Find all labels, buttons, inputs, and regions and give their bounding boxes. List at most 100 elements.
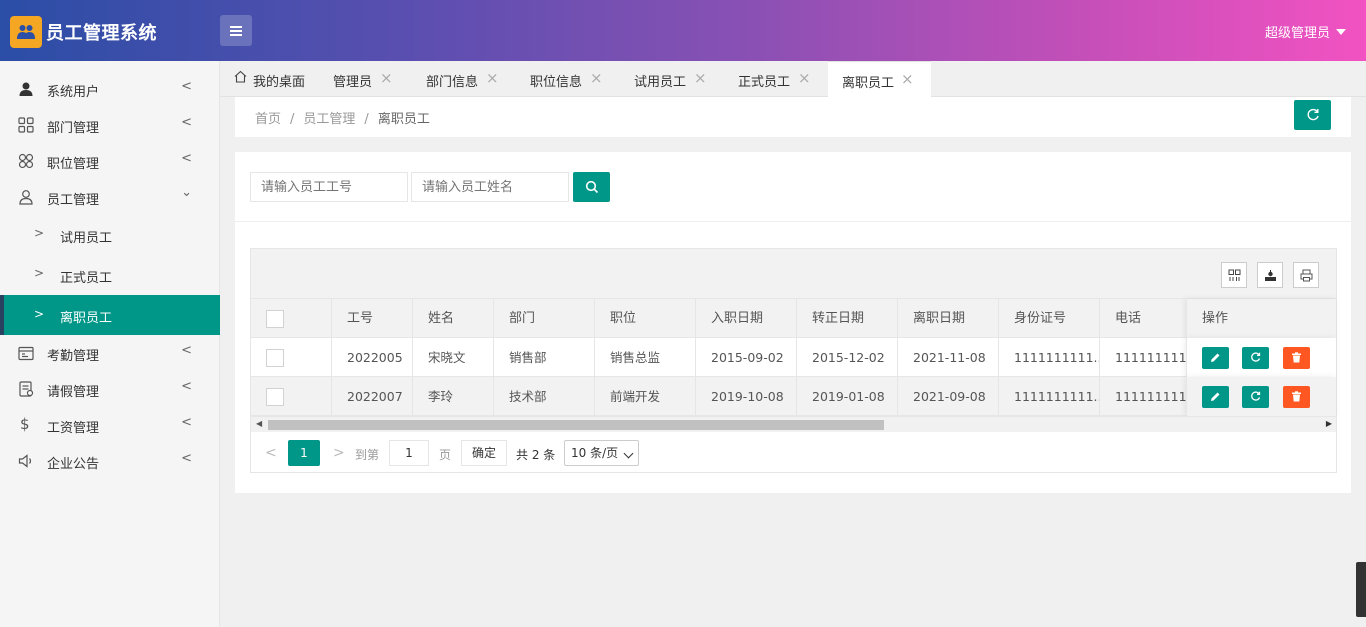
search-button[interactable]	[573, 172, 610, 202]
sidebar-subitem-probation[interactable]: > 试用员工	[0, 216, 220, 254]
side-widget[interactable]	[1356, 562, 1366, 617]
tab-label: 职位信息	[530, 75, 583, 90]
goto-page-input[interactable]: 1	[389, 440, 429, 466]
menu-toggle-button[interactable]	[220, 15, 252, 46]
scroll-left-arrow-icon[interactable]: ◀	[256, 419, 262, 428]
sidebar-subitem-label: 离职员工	[60, 311, 113, 326]
chevron-left-icon: <	[181, 343, 192, 358]
page-size-select[interactable]: 10 条/页	[564, 440, 639, 466]
delete-button[interactable]	[1283, 347, 1310, 369]
export-button[interactable]	[1257, 262, 1283, 288]
close-icon[interactable]: ×	[694, 69, 707, 87]
sidebar-item-system-users[interactable]: 系统用户 <	[0, 71, 220, 107]
sidebar-item-attendance[interactable]: 考勤管理 <	[0, 335, 220, 371]
close-icon[interactable]: ×	[486, 69, 499, 87]
clover-icon	[18, 153, 34, 169]
cell-hire-date: 2015-09-02	[696, 338, 797, 377]
sidebar-item-employees[interactable]: 员工管理 ⌄	[0, 179, 220, 215]
chevron-left-icon: <	[181, 79, 192, 94]
row-checkbox[interactable]	[266, 349, 284, 367]
breadcrumb-separator: /	[290, 112, 295, 127]
header-cell[interactable]: 身份证号	[999, 299, 1100, 338]
trash-icon	[1292, 391, 1301, 402]
tab-label: 正式员工	[738, 75, 791, 90]
tab-resigned-staff[interactable]: 离职员工 ×	[828, 61, 931, 97]
goto-confirm-button[interactable]: 确定	[461, 440, 507, 466]
cell-position: 前端开发	[595, 377, 696, 416]
restore-button[interactable]	[1242, 347, 1269, 369]
cell-phone: 11111111117	[1115, 350, 1186, 365]
tab-regular-staff[interactable]: 正式员工 ×	[721, 61, 825, 97]
prev-page-icon[interactable]: <	[265, 445, 277, 461]
delete-button[interactable]	[1283, 386, 1310, 408]
header-cell[interactable]: 转正日期	[797, 299, 898, 338]
close-icon[interactable]: ×	[380, 69, 393, 87]
table-header: 工号 姓名 部门 职位 入职日期 转正日期 离职日期 身份证号 电话 操作	[251, 299, 1336, 338]
header-select-cell	[251, 299, 332, 338]
user-menu[interactable]: 超级管理员	[1265, 22, 1346, 41]
caret-down-icon[interactable]	[1336, 29, 1346, 35]
sidebar-item-label: 请假管理	[47, 385, 100, 400]
print-button[interactable]	[1293, 262, 1319, 288]
user-icon	[19, 82, 33, 96]
restore-button[interactable]	[1242, 386, 1269, 408]
user-name[interactable]: 超级管理员	[1265, 26, 1330, 41]
header-cell[interactable]: 部门	[494, 299, 595, 338]
sidebar-item-announcements[interactable]: 企业公告 <	[0, 443, 220, 479]
header-cell[interactable]: 工号	[332, 299, 413, 338]
chevron-left-icon: <	[181, 451, 192, 466]
tab-probation-staff[interactable]: 试用员工 ×	[617, 61, 721, 97]
breadcrumb-home[interactable]: 首页	[255, 112, 281, 127]
employee-id-input[interactable]	[250, 172, 408, 202]
cell-leave-date: 2021-11-08	[898, 338, 999, 377]
horizontal-scrollbar[interactable]: ◀ ▶	[251, 416, 1336, 432]
cell-phone: 11111111119	[1115, 389, 1186, 404]
sidebar-item-departments[interactable]: 部门管理 <	[0, 107, 220, 143]
scroll-right-arrow-icon[interactable]: ▶	[1326, 419, 1332, 428]
row-actions	[1186, 377, 1336, 416]
sidebar-item-salary[interactable]: $ 工资管理 <	[0, 407, 220, 443]
scrollbar-thumb[interactable]	[268, 420, 884, 430]
table-row[interactable]: 2022007 李玲 技术部 前端开发 2019-10-08 2019-01-0…	[251, 377, 1336, 416]
tab-position-info[interactable]: 职位信息 ×	[513, 61, 617, 97]
header-cell[interactable]: 姓名	[413, 299, 494, 338]
sidebar-item-leave[interactable]: 请假管理 <	[0, 371, 220, 407]
current-page[interactable]: 1	[288, 440, 320, 466]
refresh-icon	[1251, 391, 1261, 401]
tab-admins[interactable]: 管理员 ×	[316, 61, 409, 97]
row-checkbox[interactable]	[266, 388, 284, 406]
header-cell[interactable]: 电话	[1100, 299, 1186, 338]
edit-button[interactable]	[1202, 347, 1229, 369]
chevron-left-icon: <	[181, 379, 192, 394]
header-cell[interactable]: 离职日期	[898, 299, 999, 338]
header-cell[interactable]: 入职日期	[696, 299, 797, 338]
header-cell[interactable]: 职位	[595, 299, 696, 338]
close-icon[interactable]: ×	[901, 70, 914, 88]
edit-button[interactable]	[1202, 386, 1229, 408]
next-page-icon[interactable]: >	[333, 445, 345, 461]
select-all-checkbox[interactable]	[266, 310, 284, 328]
form-icon	[19, 381, 34, 397]
breadcrumb-section[interactable]: 员工管理	[303, 112, 355, 127]
page-refresh-button[interactable]	[1294, 100, 1331, 130]
close-icon[interactable]: ×	[798, 69, 811, 87]
sidebar-item-positions[interactable]: 职位管理 <	[0, 143, 220, 179]
sidebar-subitem-resigned[interactable]: > 离职员工	[0, 295, 220, 335]
cell-name: 李玲	[413, 377, 494, 416]
goto-unit-label: 页	[439, 448, 452, 462]
trash-icon	[1292, 352, 1301, 363]
close-icon[interactable]: ×	[590, 69, 603, 87]
employee-name-input[interactable]	[411, 172, 569, 202]
sidebar-item-label: 工资管理	[47, 421, 100, 436]
pencil-icon	[1211, 353, 1220, 362]
sidebar-subitem-regular[interactable]: > 正式员工	[0, 256, 220, 294]
tab-department-info[interactable]: 部门信息 ×	[409, 61, 513, 97]
header-cell: 操作	[1202, 311, 1229, 326]
chevron-left-icon: <	[181, 415, 192, 430]
column-filter-button[interactable]	[1221, 262, 1247, 288]
goto-label: 到第	[355, 448, 380, 462]
table-row[interactable]: 2022005 宋晓文 销售部 销售总监 2015-09-02 2015-12-…	[251, 338, 1336, 377]
tab-my-desktop[interactable]: 我的桌面	[220, 61, 316, 97]
chevron-right-icon: >	[34, 266, 45, 280]
app-title: 员工管理系统	[46, 23, 157, 44]
